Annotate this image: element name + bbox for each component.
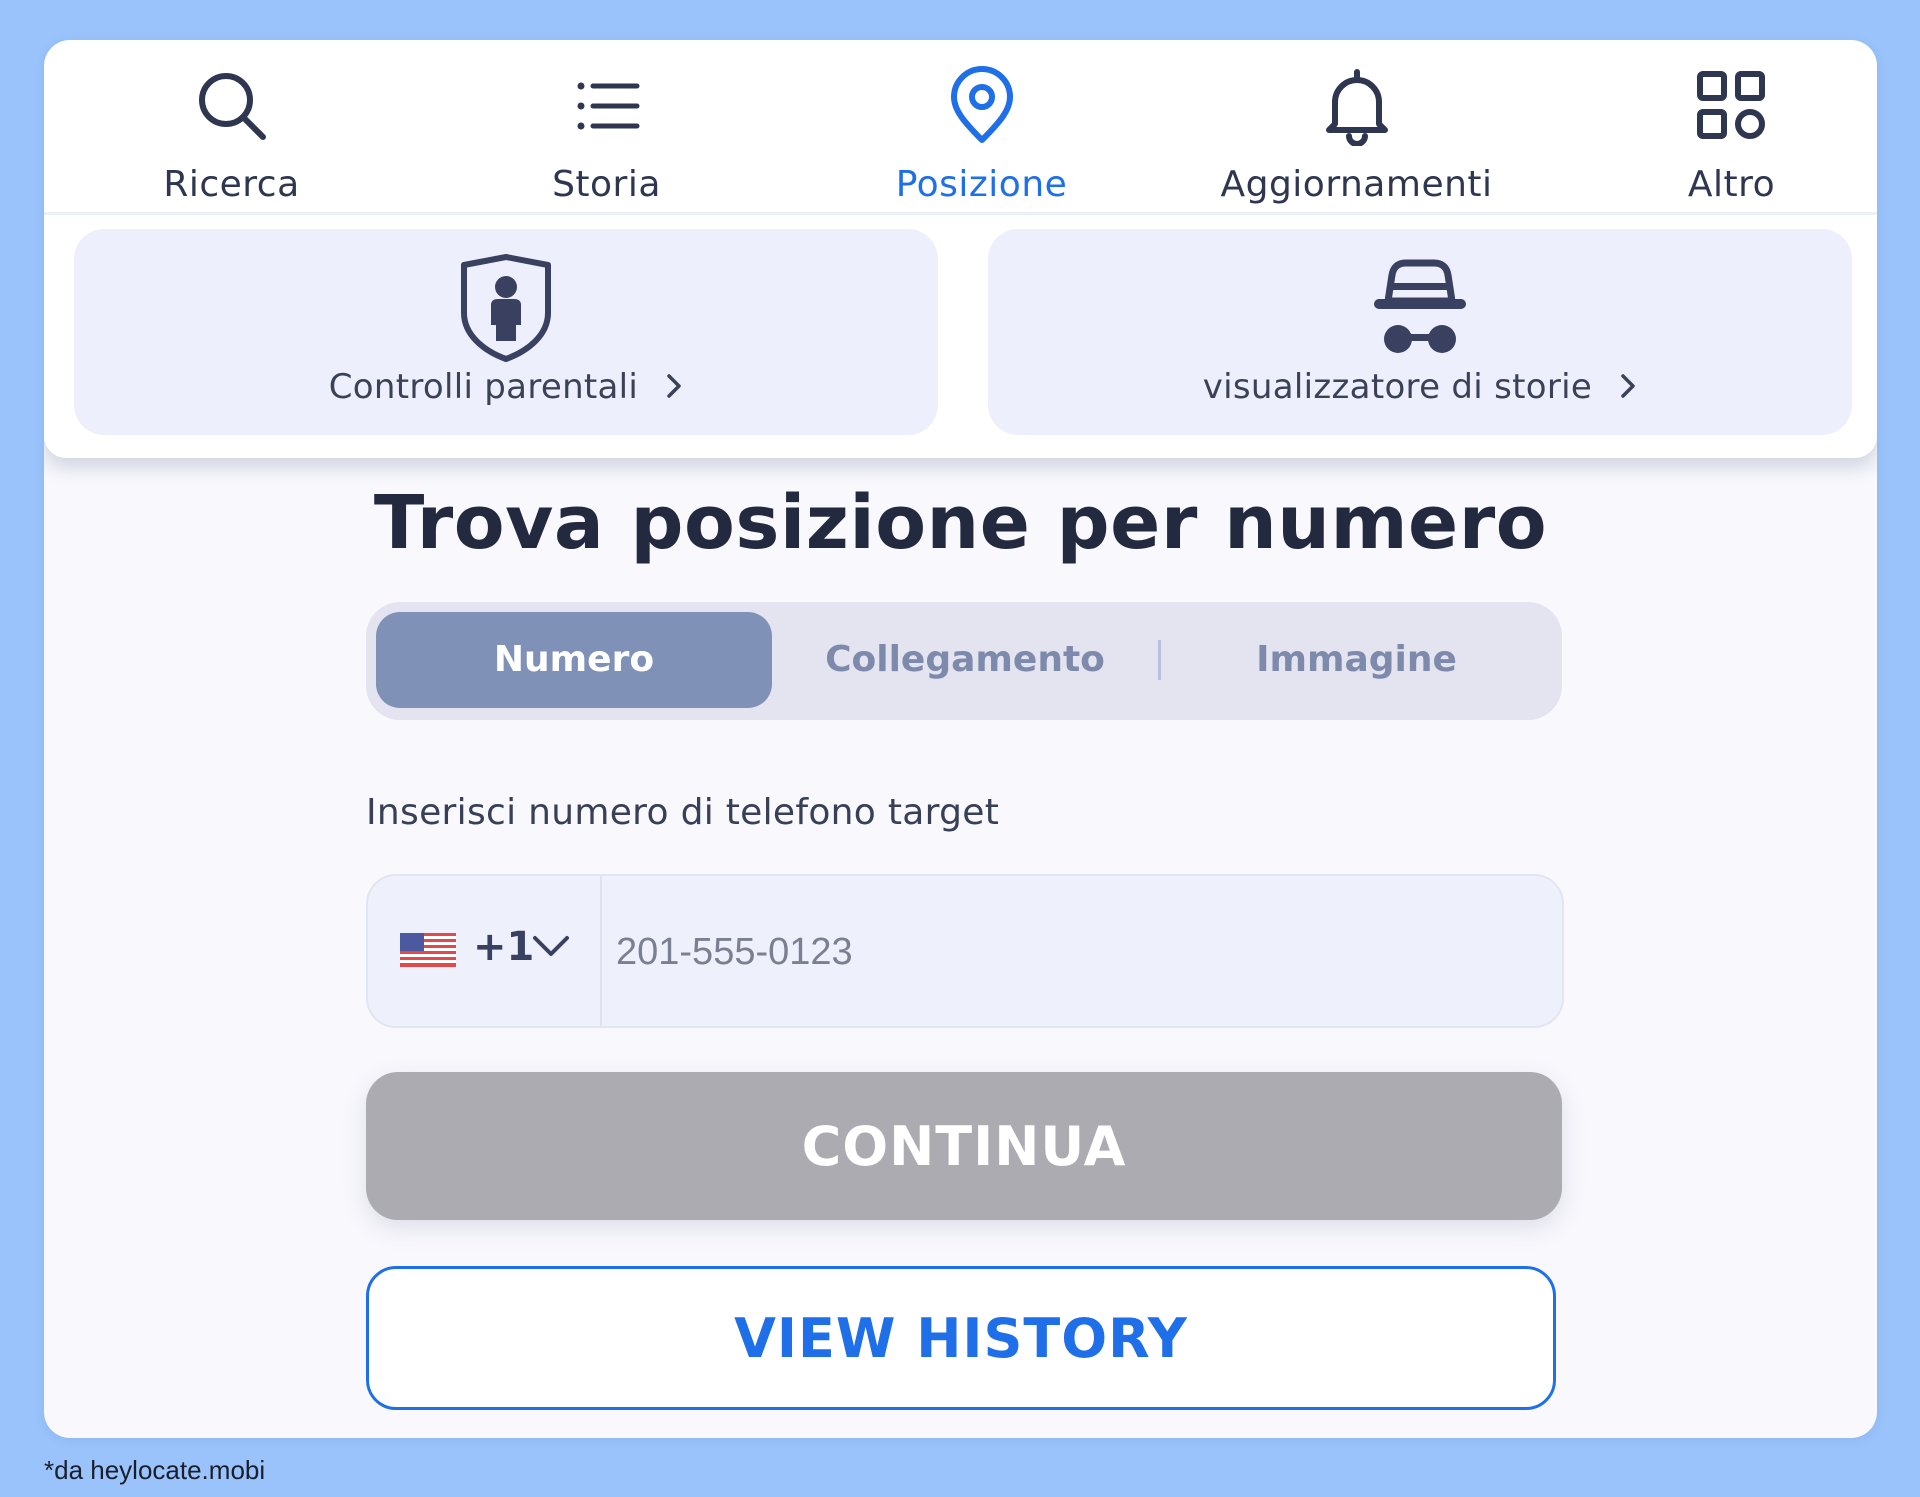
tab-label: Storia — [552, 164, 661, 205]
tab-storia[interactable]: Storia — [419, 40, 794, 212]
bell-icon — [1317, 66, 1397, 146]
top-tab-bar: Ricerca Storia Posizione Aggiornamenti A… — [44, 40, 1877, 215]
shield-person-icon — [74, 253, 938, 363]
app-card: Ricerca Storia Posizione Aggiornamenti A… — [44, 40, 1877, 1438]
location-pin-icon — [942, 66, 1022, 146]
segment-immagine[interactable]: Immagine — [1161, 612, 1552, 708]
page-title: Trova posizione per numero — [373, 480, 1548, 566]
chevron-right-icon — [665, 369, 683, 409]
phone-number-input[interactable] — [600, 876, 1548, 1028]
chevron-right-icon — [1619, 369, 1637, 409]
continue-button[interactable]: CONTINUA — [366, 1072, 1562, 1220]
country-code-select[interactable]: +1 — [368, 876, 602, 1026]
story-viewer-card[interactable]: visualizzatore di storie — [988, 229, 1852, 435]
segment-numero[interactable]: Numero — [376, 612, 772, 708]
parental-controls-caption: Controlli parentali — [74, 367, 938, 409]
tab-aggiornamenti[interactable]: Aggiornamenti — [1169, 40, 1544, 212]
list-icon — [567, 66, 647, 146]
view-history-button[interactable]: VIEW HISTORY — [366, 1266, 1556, 1410]
tab-label: Posizione — [895, 164, 1068, 205]
tab-posizione[interactable]: Posizione — [794, 40, 1169, 212]
grid-icon — [1692, 66, 1772, 146]
tab-label: Aggiornamenti — [1220, 164, 1493, 205]
parental-controls-card[interactable]: Controlli parentali — [74, 229, 938, 435]
tab-label: Ricerca — [163, 164, 300, 205]
segment-collegamento[interactable]: Collegamento — [772, 612, 1158, 708]
incognito-icon — [988, 253, 1852, 363]
tab-altro[interactable]: Altro — [1544, 40, 1877, 212]
search-mode-switcher: Numero Collegamento Immagine — [366, 602, 1562, 720]
phone-field-label: Inserisci numero di telefono target — [366, 792, 1000, 833]
tab-label: Altro — [1687, 164, 1776, 205]
country-code: +1 — [473, 924, 535, 970]
navigation-panel: Ricerca Storia Posizione Aggiornamenti A… — [44, 40, 1877, 458]
tab-ricerca[interactable]: Ricerca — [44, 40, 419, 212]
search-icon — [192, 66, 272, 146]
us-flag-icon — [400, 933, 456, 967]
feature-label: Controlli parentali — [328, 367, 639, 407]
feature-label: visualizzatore di storie — [1202, 367, 1593, 407]
phone-input-group: +1 — [366, 874, 1564, 1028]
story-viewer-caption: visualizzatore di storie — [988, 367, 1852, 409]
source-credit: *da heylocate.mobi — [44, 1455, 266, 1485]
chevron-down-icon — [531, 934, 571, 964]
